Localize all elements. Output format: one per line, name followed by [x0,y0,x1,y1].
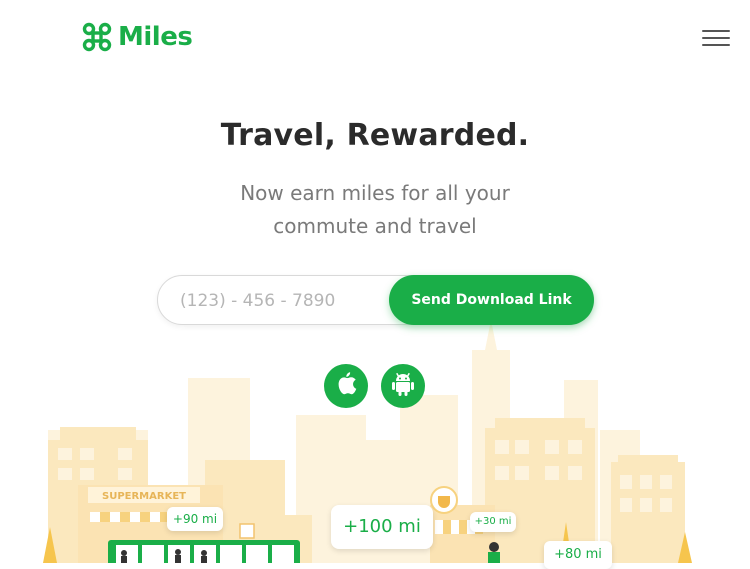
send-download-link-button[interactable]: Send Download Link [389,275,594,325]
download-link-form: Send Download Link [157,275,594,326]
phone-number-input[interactable] [178,276,387,326]
miles-badge-100: +100 mi [331,505,433,549]
brand-name: Miles [118,22,193,52]
hamburger-menu-icon[interactable] [702,30,732,48]
hero-subtitle-line-1: Now earn miles for all your [240,181,510,205]
brand-logo[interactable]: Miles [82,22,193,52]
miles-badge-90: +90 mi [167,507,223,531]
supermarket-sign: SUPERMARKET [102,491,186,502]
hero-subtitle: Now earn miles for all your commute and … [0,177,750,243]
miles-badge-80: +80 mi [544,541,612,569]
site-header: Miles [0,0,750,80]
app-store-button[interactable] [324,364,368,408]
apple-icon [334,371,358,401]
miles-badge-30: +30 mi [470,512,516,532]
command-key-icon [82,22,112,52]
hero-subtitle-line-2: commute and travel [273,214,477,238]
google-play-button[interactable] [381,364,425,408]
hero-title: Travel, Rewarded. [220,118,530,153]
android-icon [391,371,415,401]
